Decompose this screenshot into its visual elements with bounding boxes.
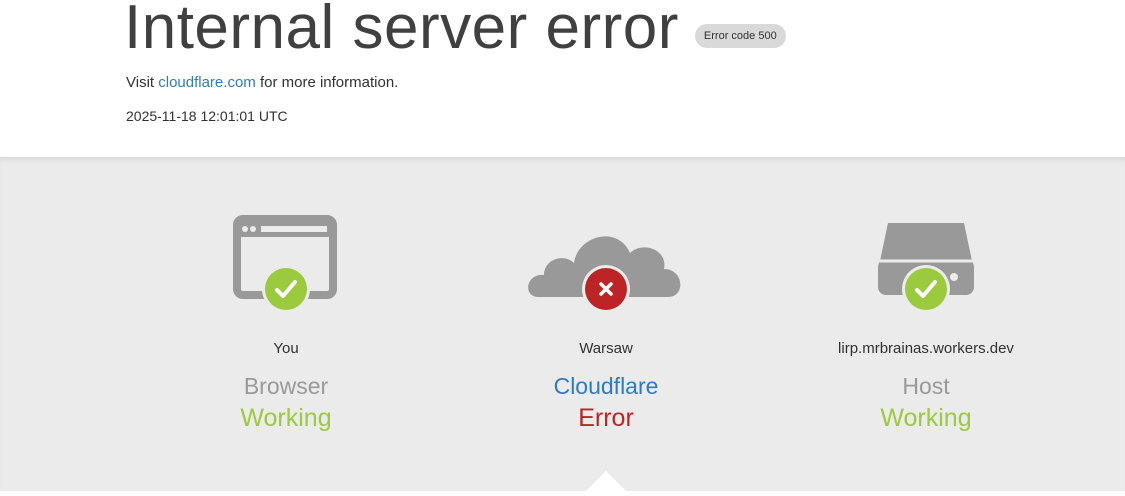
node-kind: Host	[902, 373, 950, 399]
node-state: Working	[240, 404, 332, 432]
timestamp: 2025-11-18 12:01:01 UTC	[126, 108, 288, 124]
node-state: Error	[578, 404, 634, 432]
visit-prefix: Visit	[126, 74, 159, 91]
header: Internal server error Error code 500 Vis…	[0, 0, 1125, 157]
x-icon	[582, 265, 630, 313]
check-icon	[902, 265, 950, 313]
bottom-strip	[0, 491, 1125, 496]
error-code-badge: Error code 500	[694, 24, 786, 48]
page-title: Internal server error	[124, 0, 679, 62]
node-kind: Browser	[243, 373, 329, 399]
cloudflare-link[interactable]: cloudflare.com	[158, 74, 256, 91]
visit-suffix: for more information.	[255, 74, 399, 91]
node-kind-link[interactable]: Cloudflare	[456, 371, 756, 401]
node-location: You	[273, 340, 299, 357]
status-area: You Browser Working Warsaw Cloudflare Er…	[0, 157, 1125, 496]
selected-node-pointer	[586, 471, 626, 491]
title-row: Internal server error Error code 500	[124, 0, 786, 70]
check-icon	[262, 265, 310, 313]
node-location: lirp.mrbrainas.workers.dev	[838, 340, 1014, 357]
node-state: Working	[880, 404, 972, 432]
node-location: Warsaw	[579, 340, 633, 357]
info-line: Visit cloudflare.com for more informatio…	[126, 73, 398, 93]
